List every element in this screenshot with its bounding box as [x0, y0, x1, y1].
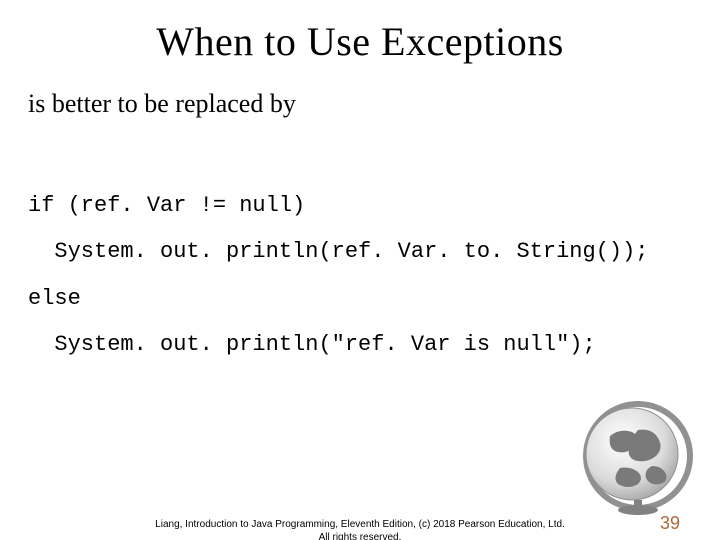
code-line-4: System. out. println("ref. Var is null")…: [28, 332, 596, 357]
code-line-3: else: [28, 286, 81, 311]
footer-line-2: All rights reserved.: [0, 532, 720, 540]
footer: Liang, Introduction to Java Programming,…: [0, 519, 720, 540]
slide: When to Use Exceptions is better to be r…: [0, 18, 720, 540]
code-block: if (ref. Var != null) System. out. print…: [28, 137, 692, 414]
code-line-2: System. out. println(ref. Var. to. Strin…: [28, 239, 649, 264]
intro-text: is better to be replaced by: [28, 89, 692, 119]
code-line-1: if (ref. Var != null): [28, 193, 305, 218]
footer-line-1: Liang, Introduction to Java Programming,…: [0, 519, 720, 532]
globe-icon: [560, 396, 700, 516]
slide-title: When to Use Exceptions: [0, 18, 720, 65]
